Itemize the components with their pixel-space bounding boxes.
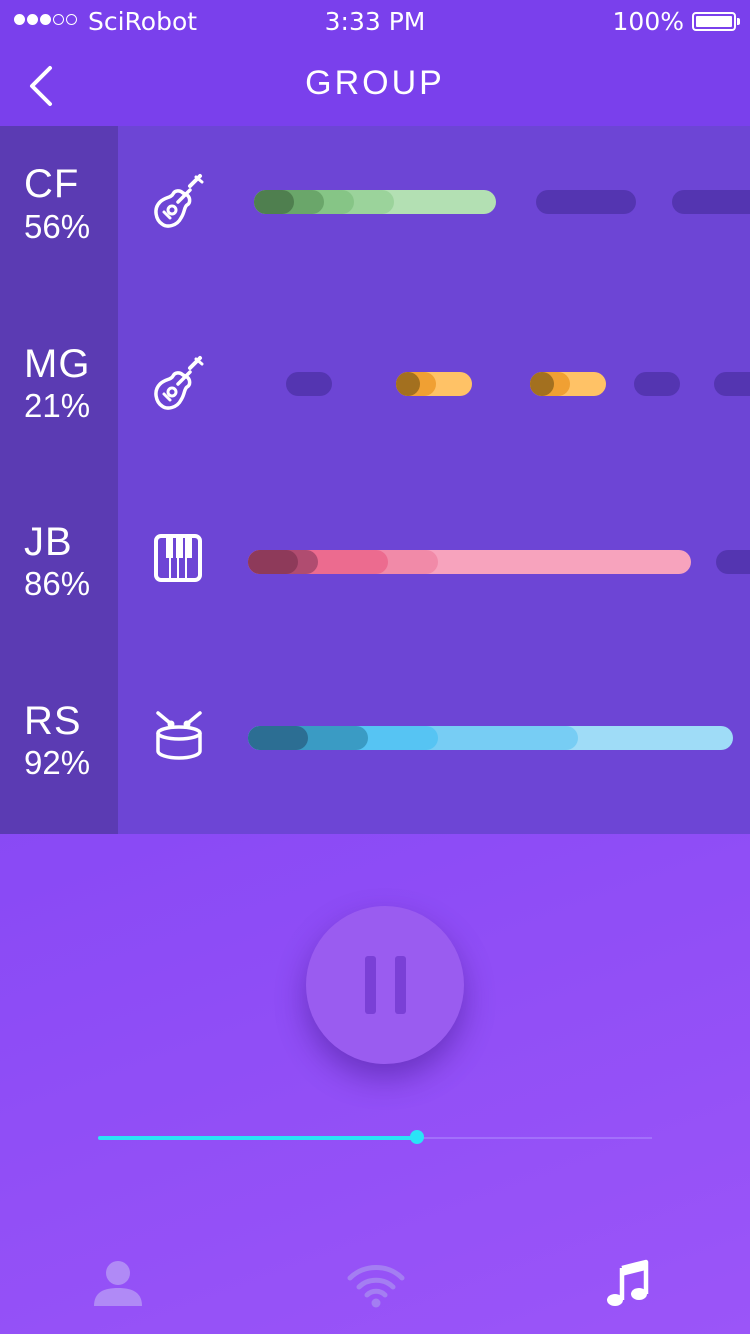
user-icon[interactable] xyxy=(88,1258,148,1310)
track-code: JB xyxy=(24,520,73,564)
track-row-cf[interactable]: CF 56% xyxy=(0,126,750,303)
battery-percent: 100% xyxy=(612,7,684,36)
track-percent: 56% xyxy=(24,208,91,245)
guitar-icon xyxy=(154,356,204,410)
page-title: GROUP xyxy=(305,64,445,102)
pause-button[interactable] xyxy=(306,906,464,1064)
track-row-rs[interactable]: RS 92% xyxy=(0,657,750,834)
music-note-icon[interactable] xyxy=(600,1258,660,1310)
track-row-jb[interactable]: JB 86% xyxy=(0,480,750,657)
track-percent: 21% xyxy=(24,387,91,424)
track-code: RS xyxy=(24,699,82,743)
progress-knob[interactable] xyxy=(409,1130,424,1144)
track-percent: 86% xyxy=(24,565,91,602)
wifi-icon[interactable] xyxy=(346,1258,406,1310)
guitar-icon xyxy=(154,174,204,228)
track-code: CF xyxy=(24,162,80,206)
progress-fill xyxy=(98,1136,417,1140)
nav-bar: GROUP xyxy=(0,46,750,126)
progress-slider[interactable] xyxy=(98,1130,652,1144)
battery-icon xyxy=(692,12,740,31)
track-row-mg[interactable]: MG 21% xyxy=(0,303,750,480)
tab-bar xyxy=(0,1234,750,1334)
drum-icon xyxy=(156,711,202,760)
track-percent: 92% xyxy=(24,744,91,781)
piano-icon xyxy=(154,534,202,582)
tracks-panel: CF 56% MG 21% JB 86% RS 92% xyxy=(0,126,750,834)
pause-icon xyxy=(365,956,376,1014)
track-code: MG xyxy=(24,342,91,386)
status-bar: SciRobot 3:33 PM 100% xyxy=(0,0,750,46)
